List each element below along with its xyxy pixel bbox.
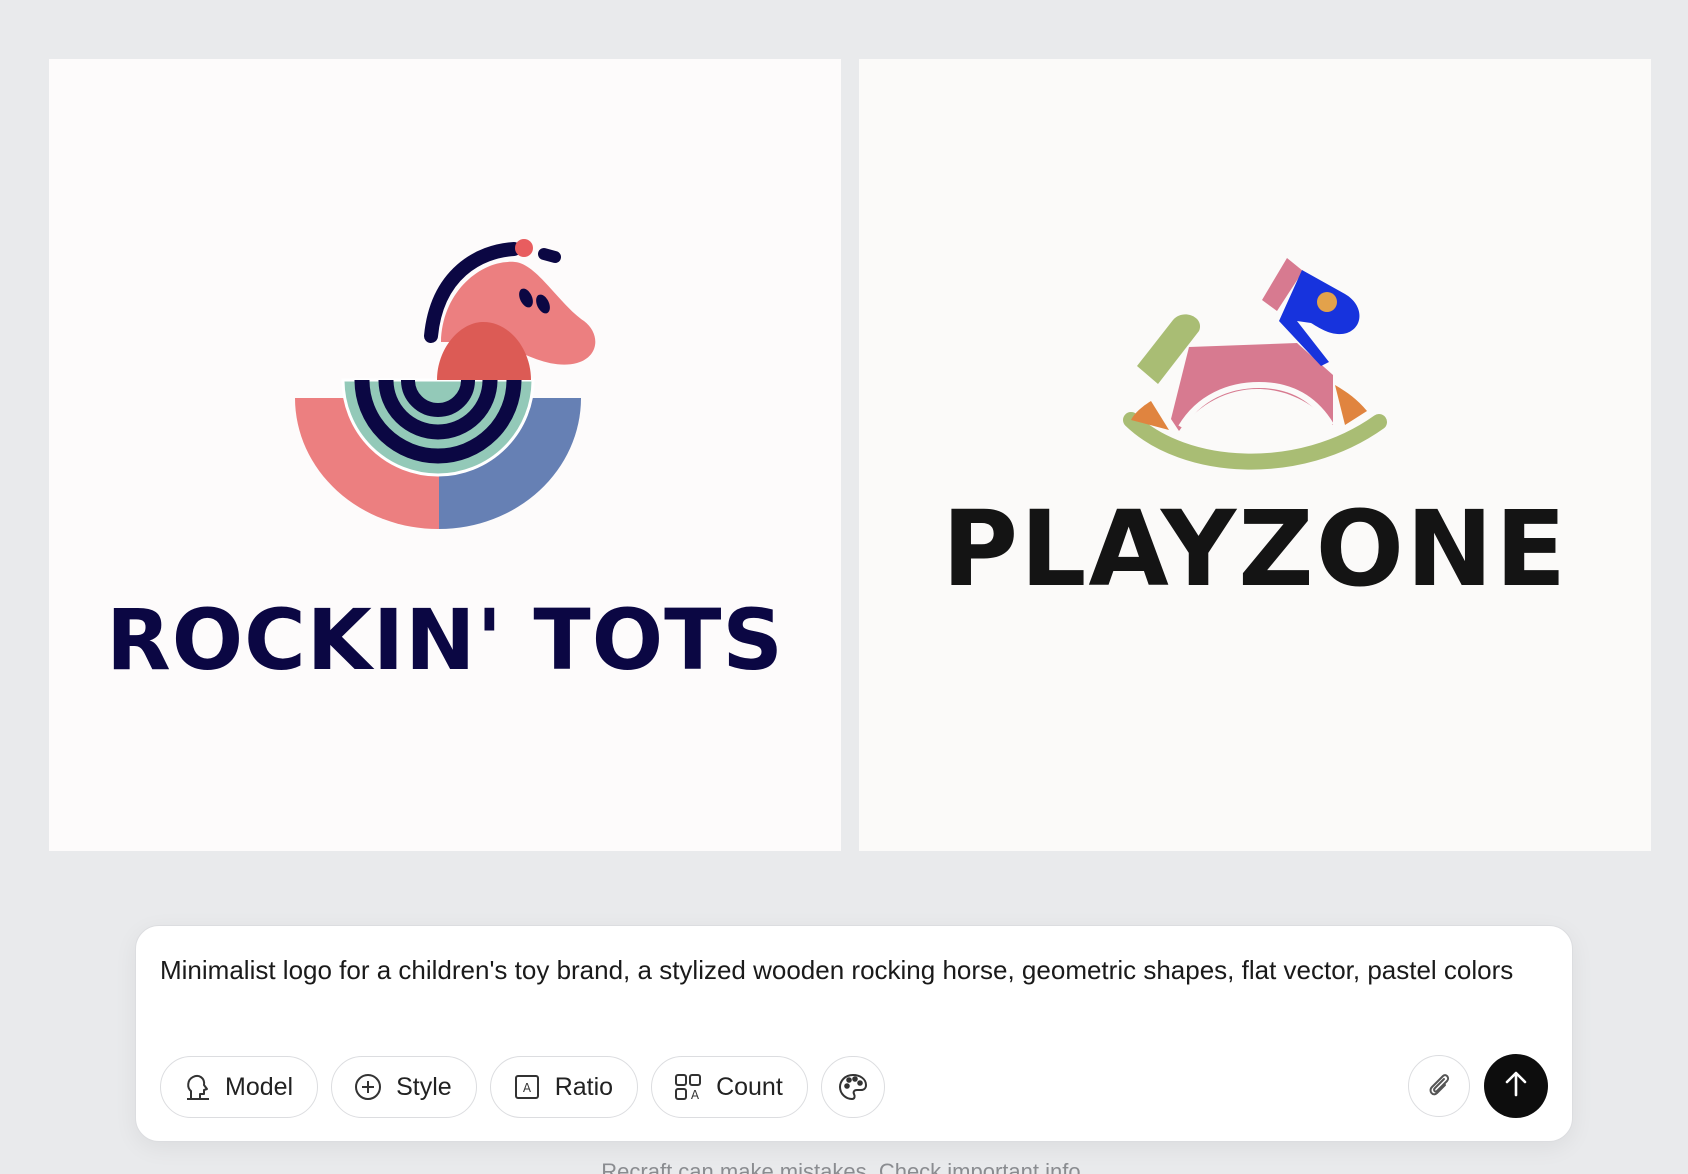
style-label: Style [396, 1072, 452, 1101]
ratio-icon: A [511, 1071, 543, 1103]
palette-button[interactable] [820, 1056, 885, 1118]
ratio-label: Ratio [554, 1072, 614, 1101]
brand-wordmark-1: ROCKIN' TOTS [106, 591, 784, 689]
composer-actions [1408, 1054, 1548, 1118]
prompt-input[interactable]: Minimalist logo for a children's toy bra… [160, 952, 1550, 988]
count-button[interactable]: A Count [651, 1056, 808, 1118]
send-button[interactable] [1484, 1054, 1548, 1118]
playzone-logo: PLAYZONE [942, 258, 1568, 610]
svg-text:A: A [523, 1081, 532, 1095]
count-label: Count [716, 1072, 783, 1101]
paperclip-icon [1424, 1069, 1454, 1104]
disclaimer-text: Recraft can make mistakes. Check importa… [601, 1159, 1087, 1174]
rockin-tots-logo: ROCKIN' TOTS [106, 239, 784, 689]
ratio-button[interactable]: A Ratio [489, 1056, 639, 1118]
count-grid-icon: A [672, 1071, 704, 1103]
model-button[interactable]: Model [160, 1056, 319, 1118]
brand-wordmark-2: PLAYZONE [942, 488, 1568, 610]
palette-icon [837, 1071, 869, 1103]
prompt-composer: Minimalist logo for a children's toy bra… [135, 925, 1573, 1142]
style-button[interactable]: Style [331, 1056, 477, 1118]
attach-button[interactable] [1408, 1055, 1470, 1117]
app-stage: ROCKIN' TOTS PLAYZONE Minimalist logo fo… [0, 0, 1688, 1174]
model-icon [181, 1071, 213, 1103]
green-rocker [1123, 412, 1387, 470]
generated-image-1[interactable]: ROCKIN' TOTS [49, 59, 841, 851]
composer-toolbar: Model Style A Ratio A Count [160, 1056, 885, 1118]
model-label: Model [225, 1072, 294, 1101]
plus-circle-icon [352, 1071, 384, 1103]
generated-image-2[interactable]: PLAYZONE [859, 59, 1651, 851]
svg-text:A: A [691, 1088, 700, 1102]
arrow-up-icon [1501, 1069, 1531, 1104]
